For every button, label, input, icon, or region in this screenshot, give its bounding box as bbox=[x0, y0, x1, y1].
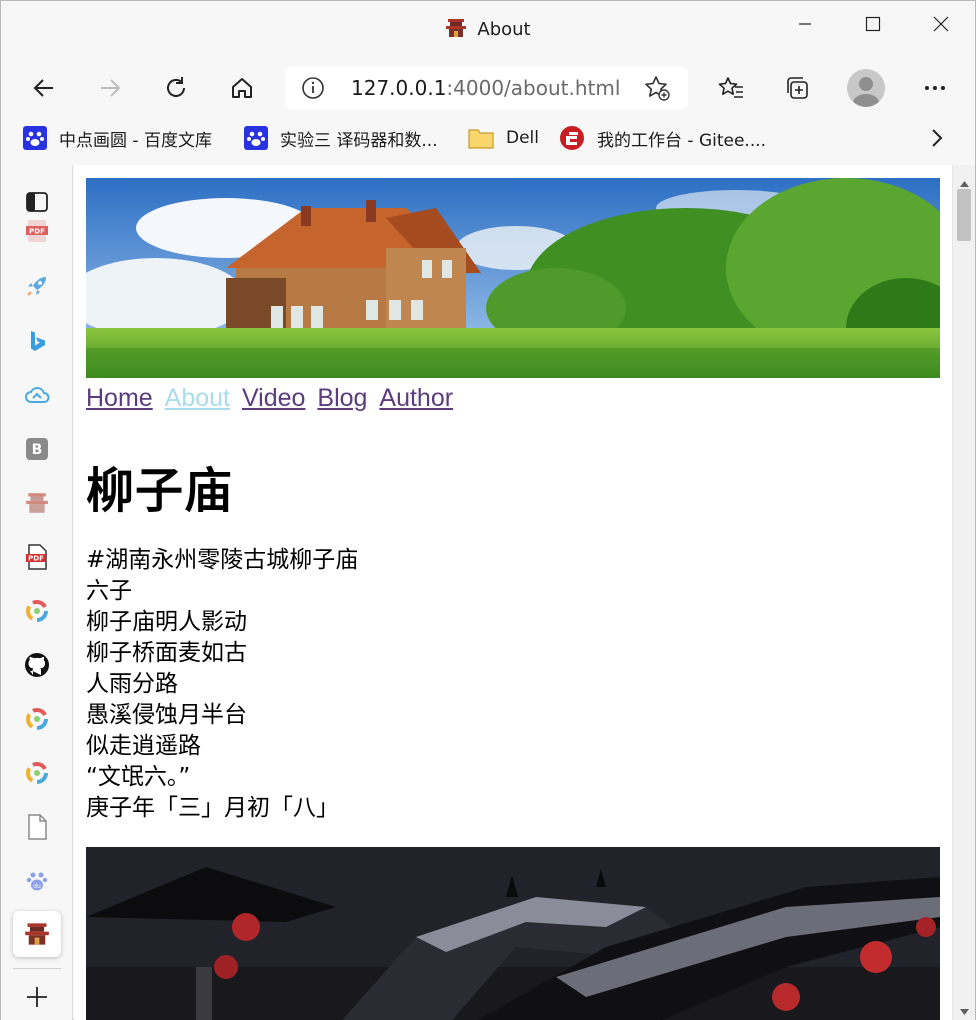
poem-line: 柳子桥面麦如古 bbox=[86, 640, 247, 666]
favorite-item[interactable]: 实验三 译码器和数... bbox=[244, 123, 438, 153]
favorites-bar: 中点画圆 - 百度文库 实验三 译码器和数... Dell 我的工作台 - Gi… bbox=[1, 117, 975, 161]
add-favorite-icon[interactable] bbox=[643, 74, 671, 106]
temple-photo bbox=[86, 847, 940, 1020]
browser-toolbar: 127.0.0.1:4000/about.html bbox=[1, 59, 975, 117]
svg-text:du: du bbox=[33, 883, 41, 890]
url-host: 127.0.0.1 bbox=[351, 76, 447, 100]
pdf-icon[interactable]: PDF bbox=[13, 536, 61, 578]
forward-icon bbox=[101, 79, 121, 97]
rocket-icon[interactable] bbox=[13, 265, 61, 307]
refresh-button[interactable] bbox=[156, 68, 196, 108]
poem-line: 六子 bbox=[86, 578, 132, 604]
baidu-paw-icon[interactable]: du bbox=[13, 860, 61, 902]
document-icon[interactable] bbox=[13, 806, 61, 848]
nav-about-link[interactable]: About bbox=[165, 384, 230, 412]
chevron-right-icon[interactable] bbox=[925, 127, 947, 153]
colorful-ring-icon[interactable] bbox=[13, 590, 61, 632]
edge-sidebar: PDF B PDF du bbox=[1, 165, 73, 1020]
info-icon[interactable] bbox=[301, 76, 325, 104]
favorite-label: 中点画圆 - 百度文库 bbox=[59, 130, 212, 151]
site-nav: Home About Video Blog Author bbox=[86, 383, 457, 413]
sidebar-divider bbox=[13, 968, 61, 969]
poem-line: 柳子庙明人影动 bbox=[86, 609, 247, 635]
scroll-thumb[interactable] bbox=[957, 189, 971, 241]
home-button[interactable] bbox=[222, 68, 262, 108]
window-title-text: About bbox=[477, 19, 531, 40]
bing-icon[interactable] bbox=[13, 320, 61, 362]
pagoda-icon bbox=[445, 17, 467, 44]
banner-image bbox=[86, 178, 940, 378]
minimize-button[interactable] bbox=[771, 1, 839, 47]
favorite-folder[interactable]: Dell bbox=[468, 123, 539, 153]
favorite-item[interactable]: 中点画圆 - 百度文库 bbox=[23, 123, 212, 153]
github-icon[interactable] bbox=[13, 644, 61, 686]
nav-video-link[interactable]: Video bbox=[242, 384, 306, 412]
back-icon bbox=[33, 79, 53, 97]
pdf-icon[interactable]: PDF bbox=[13, 220, 61, 248]
b-app-icon[interactable]: B bbox=[13, 428, 61, 470]
baidu-paw-icon bbox=[244, 126, 268, 150]
baidu-paw-icon bbox=[23, 126, 47, 150]
folder-icon bbox=[468, 127, 494, 149]
nav-home-link[interactable]: Home bbox=[86, 384, 153, 412]
profile-avatar[interactable] bbox=[847, 69, 885, 107]
gitee-icon bbox=[559, 125, 585, 151]
favorite-label: 我的工作台 - Gitee.... bbox=[597, 130, 767, 151]
favorites-button[interactable] bbox=[711, 68, 751, 108]
add-icon[interactable] bbox=[13, 976, 61, 1018]
close-button[interactable] bbox=[907, 1, 975, 47]
favorites-icon bbox=[718, 77, 743, 98]
forward-button[interactable] bbox=[90, 68, 130, 108]
pagoda-icon[interactable] bbox=[13, 482, 61, 524]
svg-text:B: B bbox=[32, 442, 43, 458]
poem-line: 人雨分路 bbox=[86, 671, 178, 697]
collections-icon bbox=[787, 77, 808, 99]
cloud-icon[interactable] bbox=[13, 374, 61, 416]
favorite-item[interactable]: 我的工作台 - Gitee.... bbox=[559, 123, 766, 153]
colorful-ring-icon[interactable] bbox=[13, 698, 61, 740]
nav-blog-link[interactable]: Blog bbox=[317, 384, 367, 412]
nav-author-link[interactable]: Author bbox=[379, 384, 453, 412]
address-bar[interactable]: 127.0.0.1:4000/about.html bbox=[285, 66, 688, 110]
scroll-down-icon[interactable] bbox=[959, 1001, 970, 1020]
refresh-icon bbox=[167, 77, 185, 97]
vertical-scrollbar[interactable] bbox=[952, 165, 975, 1020]
poem-text: #湖南永州零陵古城柳子庙 六子 柳子庙明人影动 柳子桥面麦如古 人雨分路 愚溪侵… bbox=[86, 545, 358, 824]
pagoda-icon[interactable] bbox=[13, 911, 61, 957]
poem-line: 庚子年「三」月初「八」 bbox=[86, 795, 339, 821]
favorite-label: Dell bbox=[506, 128, 539, 148]
poem-line: #湖南永州零陵古城柳子庙 bbox=[86, 547, 359, 573]
favorite-label: 实验三 译码器和数... bbox=[280, 130, 438, 151]
back-button[interactable] bbox=[24, 68, 64, 108]
poem-line: 愚溪侵蚀月半台 bbox=[86, 702, 247, 728]
more-button[interactable] bbox=[915, 68, 955, 108]
collections-button[interactable] bbox=[777, 68, 817, 108]
more-icon bbox=[925, 86, 945, 90]
url-text[interactable]: 127.0.0.1:4000/about.html bbox=[351, 76, 620, 100]
poem-line: 似走逍遥路 bbox=[86, 733, 201, 759]
maximize-button[interactable] bbox=[839, 1, 907, 47]
page-heading: 柳子庙 bbox=[86, 463, 234, 519]
colorful-ring-icon[interactable] bbox=[13, 752, 61, 794]
home-icon bbox=[232, 78, 252, 98]
browser-window: About 127.0.0.1:4000/about.html 中点画圆 - 百… bbox=[0, 0, 976, 1020]
title-bar: About bbox=[1, 1, 975, 59]
tab-actions-icon[interactable] bbox=[13, 181, 61, 223]
poem-line: “文氓六。” bbox=[86, 764, 191, 790]
page-viewport: Home About Video Blog Author 柳子庙 #湖南永州零陵… bbox=[74, 165, 952, 1020]
svg-text:PDF: PDF bbox=[29, 228, 45, 236]
svg-text:PDF: PDF bbox=[28, 555, 44, 563]
url-path: :4000/about.html bbox=[446, 76, 621, 100]
